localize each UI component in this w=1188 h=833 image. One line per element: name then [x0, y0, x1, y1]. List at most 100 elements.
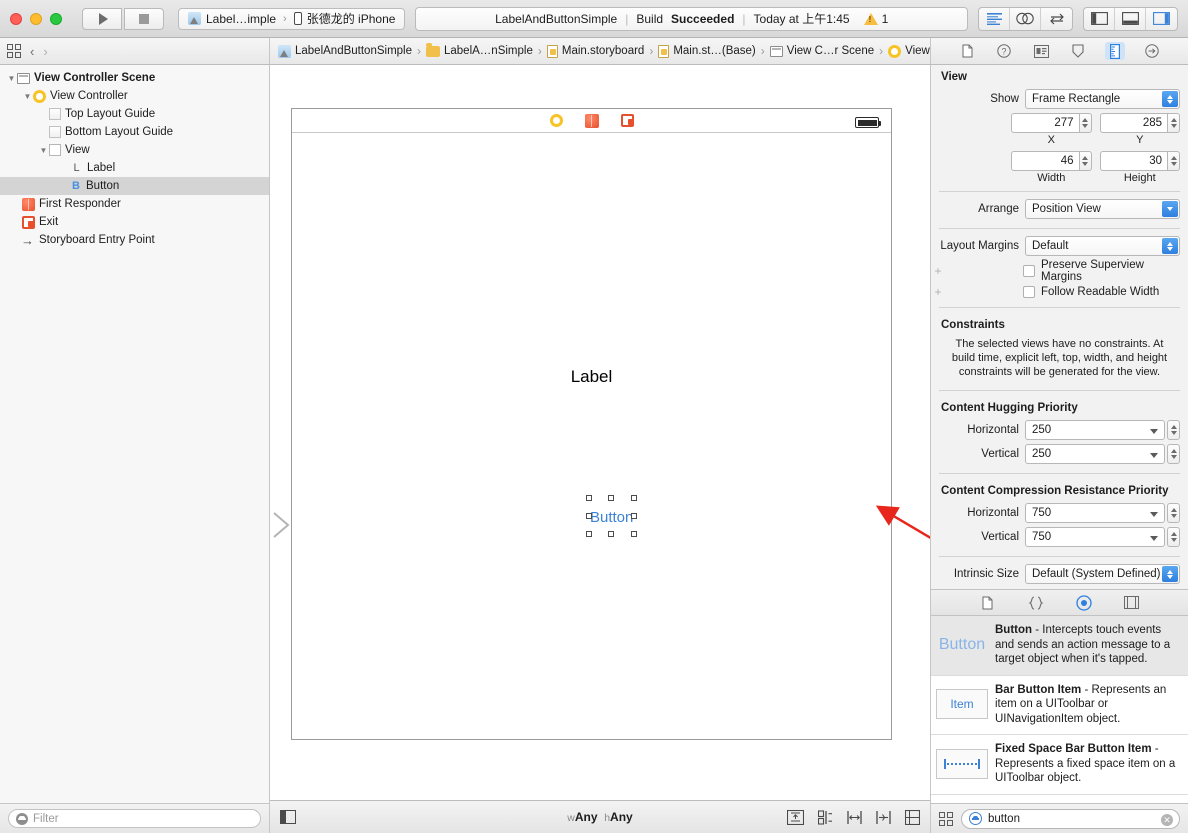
- add-variation-icon[interactable]: +: [931, 285, 945, 299]
- breadcrumb-item-storyboard[interactable]: Main.storyboard: [547, 45, 644, 58]
- related-items-icon[interactable]: [7, 44, 21, 58]
- outline-row-first-responder[interactable]: First Responder: [0, 195, 269, 213]
- view-controller-canvas[interactable]: Label Button: [291, 108, 892, 740]
- intrinsic-size-popup[interactable]: Default (System Defined): [1025, 564, 1180, 584]
- standard-editor-button[interactable]: [979, 8, 1010, 30]
- width-field[interactable]: 46: [1011, 151, 1079, 171]
- hugging-horizontal-stepper[interactable]: [1167, 420, 1180, 440]
- resizing-behavior-button[interactable]: [905, 810, 920, 825]
- breadcrumb-item-project[interactable]: LabelAndButtonSimple: [278, 45, 412, 58]
- outline-filter-field[interactable]: Filter: [8, 809, 261, 828]
- back-button[interactable]: ‹: [30, 44, 34, 59]
- x-field[interactable]: 277: [1011, 113, 1079, 133]
- outline-row-exit[interactable]: Exit: [0, 213, 269, 231]
- media-library-tab[interactable]: [1122, 594, 1142, 612]
- hugging-vertical-stepper[interactable]: [1167, 444, 1180, 464]
- view-controller-badge-icon[interactable]: [550, 114, 563, 127]
- compression-horizontal-field[interactable]: 750: [1025, 503, 1165, 523]
- outline-row-storyboard-entry-point[interactable]: → Storyboard Entry Point: [0, 231, 269, 249]
- compression-vertical-field[interactable]: 750: [1025, 527, 1165, 547]
- object-library-tab[interactable]: [1074, 594, 1094, 612]
- width-stepper[interactable]: [1079, 151, 1092, 171]
- height-stepper[interactable]: [1167, 151, 1180, 171]
- selection-handle-middle-left[interactable]: [586, 513, 592, 519]
- scheme-selector[interactable]: Label…imple › 张德龙的 iPhone: [178, 8, 405, 30]
- toggle-document-outline-button[interactable]: [280, 810, 296, 824]
- warning-indicator[interactable]: 1: [864, 12, 889, 26]
- quick-help-inspector-tab[interactable]: ?: [994, 42, 1014, 60]
- size-class-selector[interactable]: wAny hAny: [567, 810, 632, 824]
- x-stepper[interactable]: [1079, 113, 1092, 133]
- exit-badge-icon[interactable]: [621, 114, 634, 127]
- outline-row-bottom-layout-guide[interactable]: Bottom Layout Guide: [0, 123, 269, 141]
- canvas-button[interactable]: Button: [590, 509, 633, 526]
- preserve-superview-margins-checkbox[interactable]: [1023, 265, 1035, 277]
- disclosure-triangle-icon[interactable]: ▼: [6, 74, 17, 83]
- breadcrumb-item-view-controller[interactable]: View Controller: [888, 45, 930, 58]
- selection-handle-top-left[interactable]: [586, 495, 592, 501]
- breadcrumb-item-storyboard-base[interactable]: Main.st…(Base): [658, 45, 755, 58]
- selection-handle-top-center[interactable]: [608, 495, 614, 501]
- toggle-debug-area-button[interactable]: [1115, 8, 1146, 30]
- clear-search-icon[interactable]: ✕: [1161, 814, 1173, 826]
- canvas-label[interactable]: Label: [571, 367, 613, 387]
- minimize-window-button[interactable]: [30, 13, 42, 25]
- compression-horizontal-stepper[interactable]: [1167, 503, 1180, 523]
- layout-margins-popup[interactable]: Default: [1025, 236, 1180, 256]
- object-library-list[interactable]: Button Button - Intercepts touch events …: [931, 616, 1188, 803]
- zoom-window-button[interactable]: [50, 13, 62, 25]
- hugging-horizontal-field[interactable]: 250: [1025, 420, 1165, 440]
- library-item-button[interactable]: Button Button - Intercepts touch events …: [931, 616, 1188, 676]
- attributes-inspector-tab[interactable]: [1068, 42, 1088, 60]
- resolve-issues-button[interactable]: [876, 810, 891, 825]
- library-item-fixed-space-bar-button-item[interactable]: Fixed Space Bar Button Item - Represents…: [931, 735, 1188, 795]
- identity-inspector-tab[interactable]: [1031, 42, 1051, 60]
- show-popup[interactable]: Frame Rectangle: [1025, 89, 1180, 109]
- compression-vertical-stepper[interactable]: [1167, 527, 1180, 547]
- library-view-mode-button[interactable]: [939, 812, 953, 826]
- breadcrumb-item-group[interactable]: LabelA…nSimple: [426, 45, 533, 57]
- add-variation-icon[interactable]: +: [931, 264, 945, 278]
- assistant-editor-button[interactable]: [1010, 8, 1041, 30]
- selection-handle-bottom-center[interactable]: [608, 531, 614, 537]
- y-field[interactable]: 285: [1100, 113, 1168, 133]
- align-button[interactable]: [818, 810, 833, 825]
- library-search-field[interactable]: button ✕: [961, 809, 1180, 829]
- stack-button[interactable]: [787, 810, 804, 825]
- selection-handle-bottom-right[interactable]: [631, 531, 637, 537]
- library-item-bar-button-item[interactable]: Item Bar Button Item - Represents an ite…: [931, 676, 1188, 736]
- outline-row-button[interactable]: B Button: [0, 177, 269, 195]
- file-inspector-tab[interactable]: [957, 42, 977, 60]
- forward-button[interactable]: ›: [43, 44, 47, 59]
- disclosure-triangle-icon[interactable]: ▼: [22, 92, 33, 101]
- breadcrumb-item-scene[interactable]: View C…r Scene: [770, 45, 874, 57]
- outline-row-label[interactable]: L Label: [0, 159, 269, 177]
- stop-button[interactable]: [124, 8, 164, 30]
- version-editor-button[interactable]: [1041, 8, 1072, 30]
- follow-readable-width-checkbox[interactable]: [1023, 286, 1035, 298]
- arrange-popup[interactable]: Position View: [1025, 199, 1180, 219]
- toggle-navigator-button[interactable]: [1084, 8, 1115, 30]
- selection-handle-bottom-left[interactable]: [586, 531, 592, 537]
- run-button[interactable]: [82, 8, 122, 30]
- outline-row-view[interactable]: ▼ View: [0, 141, 269, 159]
- outline-row-view-controller[interactable]: ▼ View Controller: [0, 87, 269, 105]
- pin-button[interactable]: [847, 810, 862, 825]
- close-window-button[interactable]: [10, 13, 22, 25]
- file-template-library-tab[interactable]: [978, 594, 998, 612]
- first-responder-badge-icon[interactable]: [585, 114, 599, 128]
- y-stepper[interactable]: [1167, 113, 1180, 133]
- size-inspector-tab[interactable]: [1105, 42, 1125, 60]
- selection-handle-top-right[interactable]: [631, 495, 637, 501]
- outline-row-view-controller-scene[interactable]: ▼ View Controller Scene: [0, 69, 269, 87]
- canvas-button-selection[interactable]: Button: [590, 509, 633, 526]
- outline-row-top-layout-guide[interactable]: Top Layout Guide: [0, 105, 269, 123]
- selection-handle-middle-right[interactable]: [631, 513, 637, 519]
- height-field[interactable]: 30: [1100, 151, 1168, 171]
- disclosure-triangle-icon[interactable]: ▼: [38, 146, 49, 155]
- storyboard-canvas[interactable]: Label Button: [270, 65, 930, 800]
- toggle-utilities-button[interactable]: [1146, 8, 1177, 30]
- hugging-vertical-field[interactable]: 250: [1025, 444, 1165, 464]
- code-snippet-library-tab[interactable]: [1026, 594, 1046, 612]
- connections-inspector-tab[interactable]: [1142, 42, 1162, 60]
